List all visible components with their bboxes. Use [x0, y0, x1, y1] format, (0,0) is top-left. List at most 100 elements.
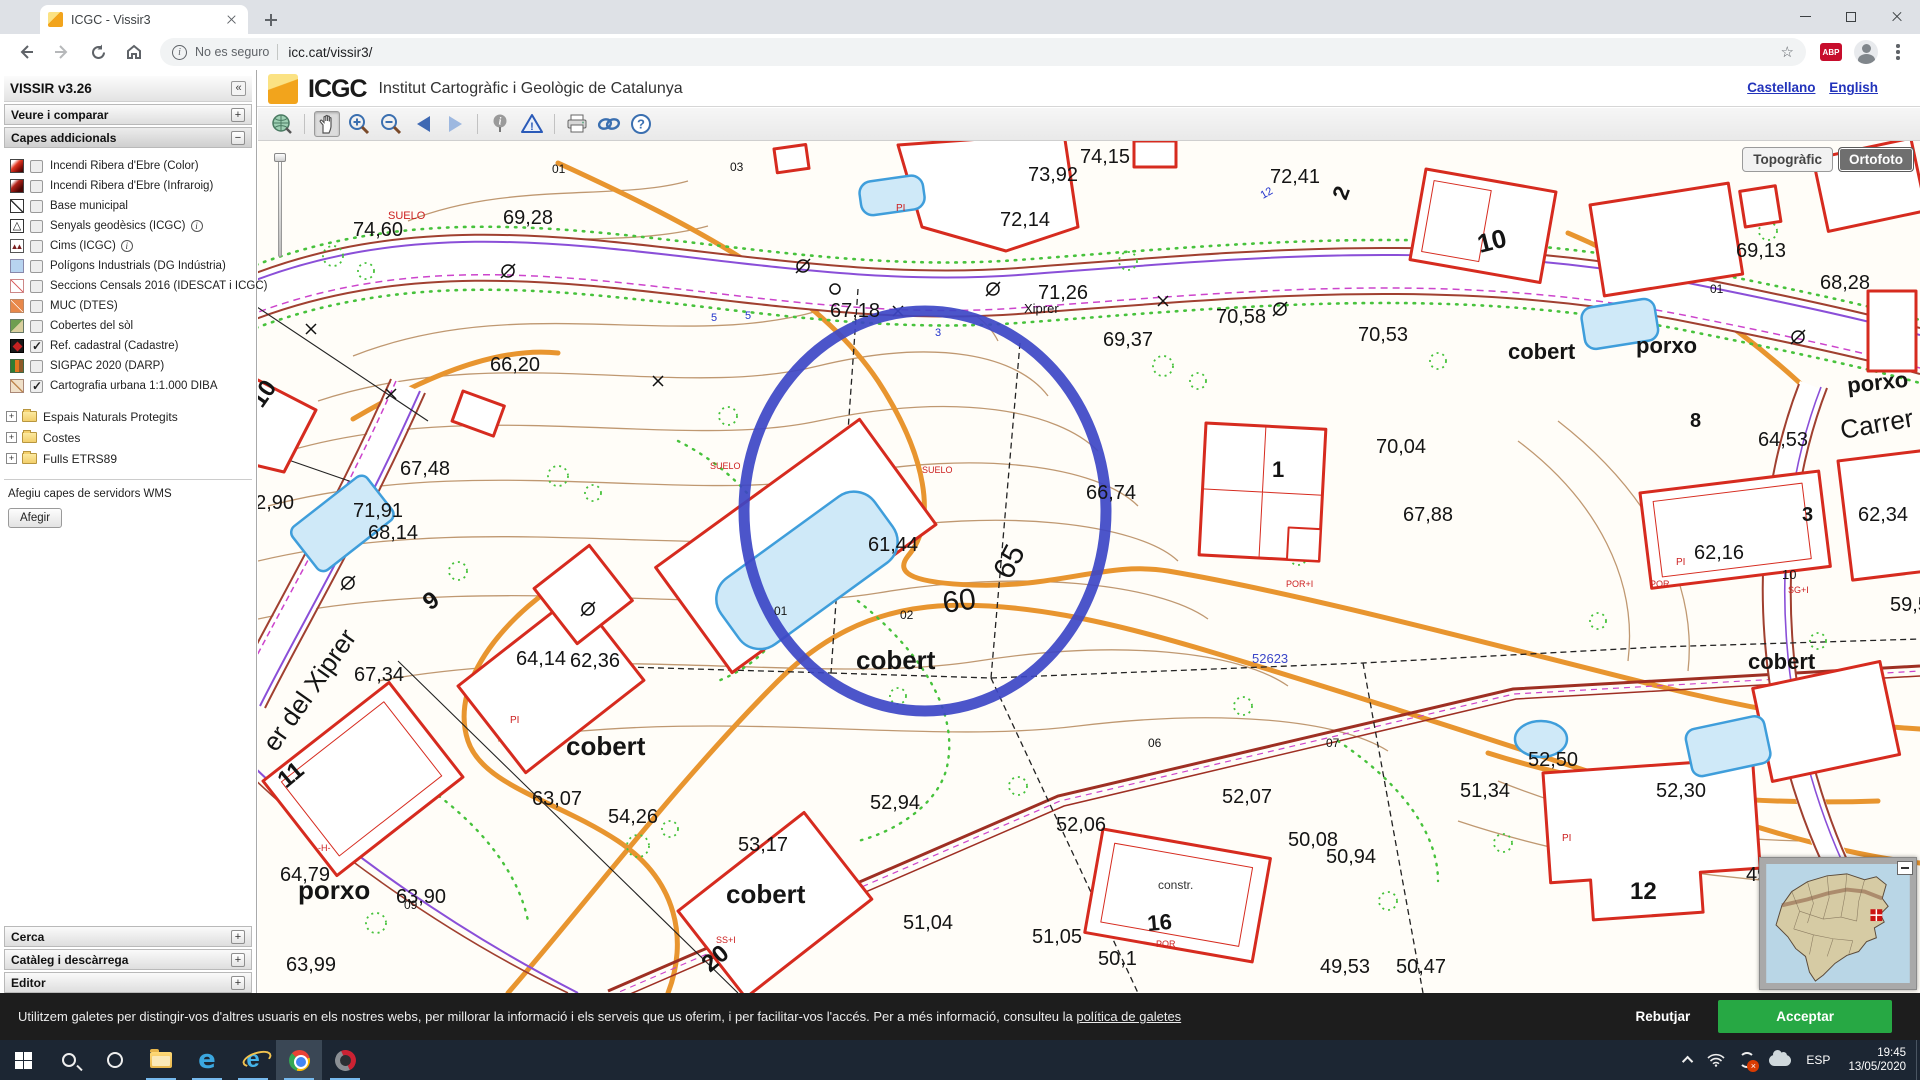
tray-overflow-icon[interactable] — [1685, 1056, 1693, 1064]
section-editor[interactable]: Editor + — [4, 972, 252, 993]
lang-english-link[interactable]: English — [1829, 80, 1878, 95]
warning-icon[interactable]: ! — [519, 111, 545, 137]
info-icon[interactable]: i — [121, 240, 133, 252]
chrome-button[interactable] — [276, 1040, 322, 1080]
expand-node-icon[interactable]: + — [6, 453, 17, 464]
layer-item-8[interactable]: Cobertes del sòl — [10, 316, 256, 336]
layer-item-5[interactable]: Polígons Industrials (DG Indústria) — [10, 256, 256, 276]
section-capes-addicionals[interactable]: Capes addicionals − — [4, 127, 252, 148]
show-desktop-button[interactable] — [1916, 1040, 1920, 1080]
profile-avatar[interactable] — [1854, 40, 1878, 64]
expand-icon[interactable]: + — [231, 976, 245, 990]
url-text[interactable]: icc.cat/vissir3/ — [288, 45, 1780, 60]
forward-icon[interactable] — [49, 39, 75, 65]
new-tab-button[interactable] — [260, 9, 282, 31]
network-wifi-icon[interactable] — [1707, 1053, 1725, 1067]
add-wms-button[interactable]: Afegir — [8, 508, 62, 528]
layer-checkbox[interactable] — [30, 300, 43, 313]
folder-costes[interactable]: + Costes — [6, 427, 256, 448]
sync-error-icon[interactable] — [1739, 1052, 1755, 1068]
zoom-slider-track[interactable] — [278, 157, 282, 257]
pinned-app-button[interactable] — [322, 1040, 368, 1080]
home-icon[interactable] — [121, 39, 147, 65]
layer-item-0[interactable]: Incendi Ribera d'Ebre (Color) — [10, 156, 256, 176]
browser-tab[interactable]: ICGC - Vissir3 — [40, 5, 248, 34]
window-minimize-button[interactable] — [1782, 0, 1828, 33]
layer-item-2[interactable]: Base municipal — [10, 196, 256, 216]
section-cataleg[interactable]: Catàleg i descàrrega + — [4, 949, 252, 970]
identify-info-icon[interactable]: i — [487, 111, 513, 137]
page-info-icon[interactable]: i — [172, 45, 187, 60]
internet-explorer-button[interactable]: e — [230, 1040, 276, 1080]
expand-icon[interactable]: + — [231, 953, 245, 967]
pan-hand-icon[interactable] — [314, 111, 340, 137]
browser-menu-icon[interactable] — [1890, 41, 1906, 63]
cookie-policy-link[interactable]: política de galetes — [1076, 1009, 1181, 1024]
ortophoto-button[interactable]: Ortofoto — [1838, 147, 1914, 172]
next-view-icon[interactable] — [442, 111, 468, 137]
layer-item-10[interactable]: SIGPAC 2020 (DARP) — [10, 356, 256, 376]
topographic-map[interactable]: 74,6069,2873,9274,1572,4172,1471,2670,58… — [258, 141, 1920, 993]
window-maximize-button[interactable] — [1828, 0, 1874, 33]
zoom-extent-icon[interactable] — [269, 111, 295, 137]
lang-castellano-link[interactable]: Castellano — [1747, 80, 1815, 95]
layer-checkbox[interactable] — [30, 380, 43, 393]
layer-checkbox[interactable] — [30, 240, 43, 253]
folder-fulls-etrs89[interactable]: + Fulls ETRS89 — [6, 448, 256, 469]
print-icon[interactable] — [564, 111, 590, 137]
tab-close-icon[interactable] — [223, 11, 240, 28]
keyboard-language-indicator[interactable]: ESP — [1806, 1053, 1830, 1067]
section-veure-i-comparar[interactable]: Veure i comparar + — [4, 104, 252, 125]
address-bar[interactable]: i No es seguro icc.cat/vissir3/ ☆ — [160, 38, 1806, 66]
reload-icon[interactable] — [85, 39, 111, 65]
expand-node-icon[interactable]: + — [6, 411, 17, 422]
clock[interactable]: 19:45 13/05/2020 — [1848, 1046, 1906, 1074]
edge-button[interactable]: e — [184, 1040, 230, 1080]
zoom-slider[interactable] — [274, 153, 286, 261]
layer-checkbox[interactable] — [30, 360, 43, 373]
info-icon[interactable]: i — [191, 220, 203, 232]
sidebar-collapse-icon[interactable]: « — [231, 81, 246, 96]
help-icon[interactable]: ? — [628, 111, 654, 137]
layer-item-9[interactable]: Ref. cadastral (Cadastre) — [10, 336, 256, 356]
layer-item-11[interactable]: Cartografia urbana 1:1.000 DIBA — [10, 376, 256, 396]
previous-view-icon[interactable] — [410, 111, 436, 137]
adblock-extension-icon[interactable]: ABP — [1820, 43, 1842, 61]
collapse-icon[interactable]: − — [231, 131, 245, 145]
layer-item-4[interactable]: Cims (ICGC)i — [10, 236, 256, 256]
layer-checkbox[interactable] — [30, 320, 43, 333]
window-close-button[interactable] — [1874, 0, 1920, 33]
layer-checkbox[interactable] — [30, 200, 43, 213]
minimap-minimize-button[interactable] — [1897, 861, 1913, 875]
permalink-icon[interactable] — [596, 111, 622, 137]
cortana-button[interactable] — [92, 1040, 138, 1080]
onedrive-cloud-icon[interactable] — [1769, 1055, 1791, 1066]
zoom-slider-handle[interactable] — [274, 153, 286, 162]
zoom-out-icon[interactable] — [378, 111, 404, 137]
layer-checkbox[interactable] — [30, 180, 43, 193]
expand-icon[interactable]: + — [231, 108, 245, 122]
topographic-button[interactable]: Topogràfic — [1742, 147, 1833, 172]
layer-item-3[interactable]: Senyals geodèsics (ICGC)i — [10, 216, 256, 236]
section-cerca[interactable]: Cerca + — [4, 926, 252, 947]
layer-checkbox[interactable] — [30, 280, 43, 293]
layer-checkbox[interactable] — [30, 260, 43, 273]
file-explorer-button[interactable] — [138, 1040, 184, 1080]
taskbar-search-button[interactable] — [46, 1040, 92, 1080]
back-icon[interactable] — [13, 39, 39, 65]
zoom-in-icon[interactable] — [346, 111, 372, 137]
layer-checkbox[interactable] — [30, 160, 43, 173]
layer-checkbox[interactable] — [30, 220, 43, 233]
expand-icon[interactable]: + — [231, 930, 245, 944]
start-button[interactable] — [0, 1040, 46, 1080]
expand-node-icon[interactable]: + — [6, 432, 17, 443]
bookmark-star-icon[interactable]: ☆ — [1781, 43, 1794, 61]
cookie-reject-button[interactable]: Rebutjar — [1635, 1009, 1690, 1024]
layer-item-1[interactable]: Incendi Ribera d'Ebre (Infraroig) — [10, 176, 256, 196]
folder-espais-naturals[interactable]: + Espais Naturals Protegits — [6, 406, 256, 427]
map-viewport[interactable]: 74,6069,2873,9274,1572,4172,1471,2670,58… — [258, 141, 1920, 993]
overview-minimap[interactable] — [1759, 857, 1917, 990]
layer-item-6[interactable]: Seccions Censals 2016 (IDESCAT i ICGC) — [10, 276, 256, 296]
layer-item-7[interactable]: MUC (DTES) — [10, 296, 256, 316]
layer-checkbox[interactable] — [30, 340, 43, 353]
